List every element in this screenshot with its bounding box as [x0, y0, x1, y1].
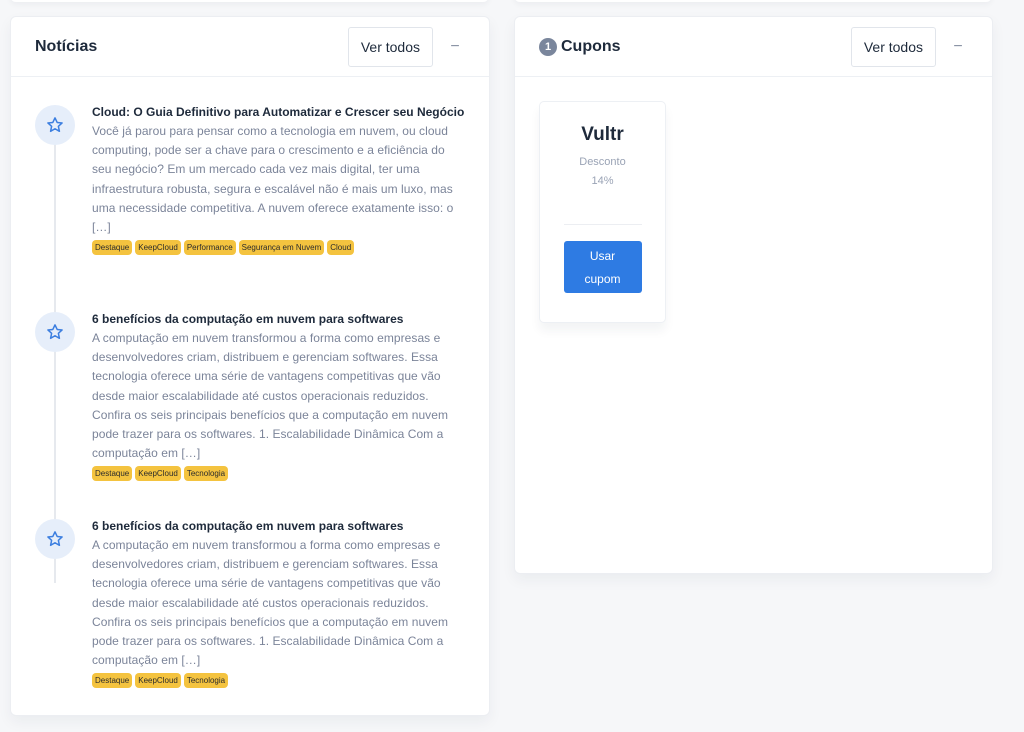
- news-collapse-button[interactable]: −: [445, 37, 465, 57]
- tag[interactable]: Performance: [183, 240, 236, 256]
- tag[interactable]: Tecnologia: [183, 673, 229, 689]
- news-item-title[interactable]: Cloud: O Guia Definitivo para Automatiza…: [92, 105, 465, 119]
- news-item-excerpt: A computação em nuvem transformou a form…: [92, 538, 449, 668]
- news-item-title[interactable]: 6 benefícios da computação em nuvem para…: [92, 519, 465, 533]
- news-header-actions: Ver todos −: [347, 26, 465, 67]
- coupon-card: Vultr Desconto 14% Usar cupom: [539, 101, 666, 323]
- tag[interactable]: Cloud: [327, 240, 355, 256]
- coupons-card-header: 1 Cupons Ver todos −: [515, 17, 992, 77]
- coupons-title-text: Cupons: [561, 37, 621, 55]
- news-item-icon: [35, 519, 75, 559]
- news-title-text: Notícias: [35, 37, 98, 55]
- star-icon: [47, 324, 63, 340]
- tag[interactable]: Destaque: [92, 466, 133, 482]
- use-coupon-label-line2: cupom: [584, 271, 621, 286]
- use-coupon-label: Usar cupom: [584, 245, 620, 291]
- news-item-excerpt: Você já parou para pensar como a tecnolo…: [92, 124, 454, 235]
- news-card: Notícias Ver todos − Cloud: O Guia Defin…: [10, 16, 490, 716]
- previous-card-bottom: [514, 0, 992, 2]
- coupon-name: Vultr: [581, 124, 624, 145]
- news-item-tags: Destaque KeepCloud Tecnologia: [92, 466, 465, 482]
- coupon-divider: [563, 224, 642, 225]
- coupons-view-all-button[interactable]: Ver todos: [850, 26, 936, 67]
- tag[interactable]: KeepCloud: [135, 466, 181, 482]
- news-item-title[interactable]: 6 benefícios da computação em nuvem para…: [92, 312, 465, 326]
- coupons-collapse-button[interactable]: −: [948, 37, 968, 57]
- tag[interactable]: Destaque: [92, 673, 133, 689]
- news-item-excerpt: A computação em nuvem transformou a form…: [92, 331, 449, 461]
- news-timeline: Cloud: O Guia Definitivo para Automatiza…: [11, 77, 489, 699]
- coupon-discount-value: 14%: [591, 175, 614, 187]
- news-view-all-button[interactable]: Ver todos: [347, 26, 433, 67]
- coupons-header-actions: Ver todos −: [850, 26, 968, 67]
- star-icon: [47, 117, 63, 133]
- tag[interactable]: Segurança em Nuvem: [238, 240, 325, 256]
- minus-icon: −: [953, 37, 963, 55]
- coupons-card: 1 Cupons Ver todos − Vultr Desconto 14% …: [514, 16, 993, 574]
- news-item-icon: [35, 312, 75, 352]
- tag[interactable]: Destaque: [92, 240, 133, 256]
- news-item-body: 6 benefícios da computação em nuvem para…: [92, 312, 465, 492]
- tag[interactable]: KeepCloud: [135, 673, 181, 689]
- use-coupon-label-line1: Usar: [589, 248, 616, 263]
- news-item-tags: Destaque KeepCloud Performance Segurança…: [92, 240, 465, 256]
- news-item-tags: Destaque KeepCloud Tecnologia: [92, 673, 465, 689]
- news-item-icon: [35, 105, 75, 145]
- news-card-title: Notícias: [35, 38, 97, 56]
- news-item-body: Cloud: O Guia Definitivo para Automatiza…: [92, 105, 465, 285]
- news-item[interactable]: 6 benefícios da computação em nuvem para…: [35, 519, 465, 699]
- minus-icon: −: [450, 37, 460, 55]
- star-icon: [47, 531, 63, 547]
- news-card-header: Notícias Ver todos −: [11, 17, 489, 77]
- tag[interactable]: KeepCloud: [135, 240, 181, 256]
- news-item[interactable]: Cloud: O Guia Definitivo para Automatiza…: [35, 105, 465, 285]
- news-item[interactable]: 6 benefícios da computação em nuvem para…: [35, 312, 465, 492]
- previous-card-bottom: [10, 0, 489, 2]
- use-coupon-button[interactable]: Usar cupom: [563, 241, 642, 293]
- coupons-count-badge: 1: [539, 37, 557, 56]
- coupons-card-title: 1 Cupons: [539, 37, 621, 56]
- news-item-body: 6 benefícios da computação em nuvem para…: [92, 519, 465, 699]
- coupon-discount-label: Desconto: [579, 156, 626, 168]
- tag[interactable]: Tecnologia: [183, 466, 229, 482]
